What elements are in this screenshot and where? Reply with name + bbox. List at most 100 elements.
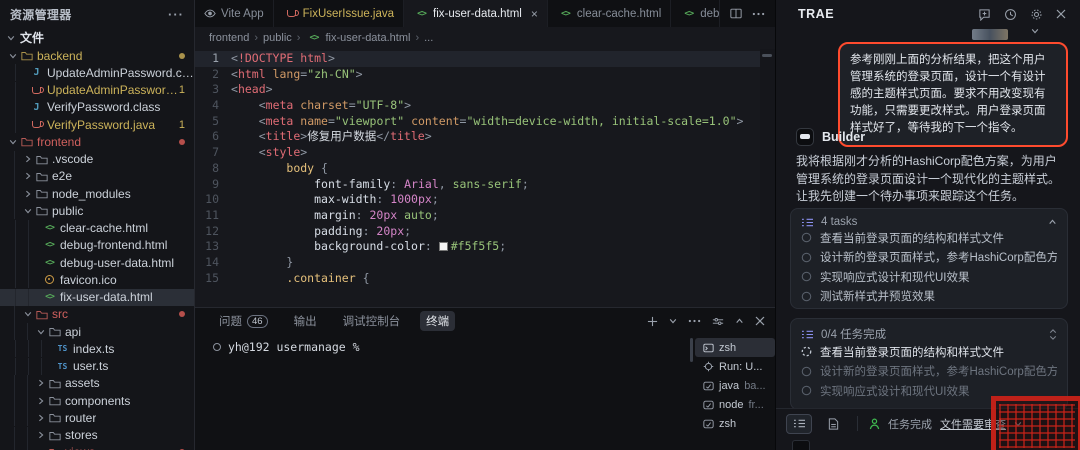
tree-item-assets[interactable]: assets — [0, 374, 194, 392]
code-line-7[interactable]: 7 <style> — [195, 145, 775, 161]
terminal-scrollbar[interactable] — [690, 338, 693, 362]
explorer-more-icon[interactable]: ··· — [168, 7, 184, 22]
progress-task-item[interactable]: 设计新的登录页面样式，参考HashiCorp配色方案 — [801, 362, 1057, 382]
tab-clear-cache-html[interactable]: <> clear-cache.html — [548, 0, 672, 27]
panel-tab-输出[interactable]: 输出 — [288, 311, 323, 331]
terminal-views-icon[interactable] — [712, 316, 724, 327]
tab-fix-user-data-html[interactable]: <> fix-user-data.html × — [404, 0, 548, 27]
code-line-11[interactable]: 11 margin: 20px auto; — [195, 208, 775, 224]
tree-item-verifypassword-java[interactable]: VerifyPassword.java 1 — [0, 116, 194, 134]
tree-item-index-ts[interactable]: TS index.ts — [0, 340, 194, 358]
todo-card-header[interactable]: 4 tasks — [801, 216, 1057, 228]
tree-item-fix-user-data-html[interactable]: <> fix-user-data.html — [0, 288, 194, 306]
tree-item-router[interactable]: router — [0, 409, 194, 427]
code-line-4[interactable]: 4 <meta charset="UTF-8"> — [195, 98, 775, 114]
code-line-10[interactable]: 10 max-width: 1000px; — [195, 192, 775, 208]
tree-item-favicon-ico[interactable]: favicon.ico — [0, 271, 194, 289]
tree-item-clear-cache-html[interactable]: <> clear-cache.html — [0, 219, 194, 237]
history-icon[interactable] — [1004, 8, 1017, 21]
tree-item-api[interactable]: api — [0, 323, 194, 341]
task-label: 设计新的登录页面样式，参考HashiCorp配色方案 — [820, 252, 1057, 265]
code-line-3[interactable]: 3 <head> — [195, 82, 775, 98]
close-panel-icon[interactable] — [755, 316, 765, 326]
code-line-15[interactable]: 15 .container { — [195, 271, 775, 287]
tab-vite-app[interactable]: Vite App — [195, 0, 274, 27]
checklist-icon — [801, 217, 814, 228]
task-list-button[interactable] — [786, 413, 812, 434]
indent-guide — [28, 236, 41, 254]
more-actions-icon[interactable] — [752, 12, 765, 16]
breadcrumb[interactable]: frontend › public › <> fix-user-data.html ›... — [195, 27, 775, 49]
code-line-14[interactable]: 14 } — [195, 255, 775, 271]
terminal-session-zsh[interactable]: zsh — [695, 414, 775, 433]
terminal-output[interactable]: yh@192 usermanage % — [195, 334, 695, 450]
code-line-9[interactable]: 9 font-family: Arial, sans-serif; — [195, 177, 775, 193]
code-editor[interactable]: 1 <!DOCTYPE html> 2 <html lang="zh-CN"> 3 <he… — [195, 49, 775, 307]
code-line-13[interactable]: 13 background-color: #f5f5f5; — [195, 239, 775, 255]
tree-item-src[interactable]: src — [0, 305, 194, 323]
tree-item-public[interactable]: public — [0, 202, 194, 220]
tree-item-node-modules[interactable]: node_modules — [0, 185, 194, 203]
terminal-session-node[interactable]: node fr... — [695, 395, 775, 414]
todo-task-item[interactable]: 设计新的登录页面样式，参考HashiCorp配色方案 — [801, 248, 1057, 268]
maximize-panel-icon[interactable] — [735, 317, 744, 325]
panel-tab-终端[interactable]: 终端 — [420, 311, 456, 331]
chevron-right-icon — [23, 155, 33, 163]
attachment-thumbnail[interactable] — [972, 29, 1008, 40]
code-line-1[interactable]: 1 <!DOCTYPE html> — [195, 51, 775, 67]
todo-task-item[interactable]: 查看当前登录页面的结构和样式文件 — [801, 228, 1057, 248]
close-panel-icon[interactable] — [1056, 9, 1066, 19]
chevron-down-icon[interactable] — [1031, 27, 1039, 35]
code-line-5[interactable]: 5 <meta name="viewport" content="width=d… — [195, 114, 775, 130]
tab-debug[interactable]: <> debug — [671, 0, 720, 27]
trae-title: TRAE — [798, 7, 835, 21]
tree-item-debug-user-data-html[interactable]: <> debug-user-data.html — [0, 254, 194, 272]
collapse-icon[interactable] — [1048, 218, 1057, 226]
terminal-session-java[interactable]: java ba... — [695, 376, 775, 395]
code-line-2[interactable]: 2 <html lang="zh-CN"> — [195, 67, 775, 83]
progress-task-item[interactable]: 查看当前登录页面的结构和样式文件 — [801, 342, 1057, 362]
tree-item-stores[interactable]: stores — [0, 426, 194, 444]
tree-item-views[interactable]: views — [0, 443, 194, 450]
terminal-session-zsh[interactable]: zsh — [695, 338, 775, 357]
expand-icon[interactable] — [1049, 328, 1057, 340]
tree-item-debug-frontend-html[interactable]: <> debug-frontend.html — [0, 236, 194, 254]
terminal-session-run-u-[interactable]: Run: U... — [695, 357, 775, 376]
close-tab-icon[interactable]: × — [531, 7, 538, 21]
panel-tab-问题[interactable]: 问题 46 — [213, 311, 274, 331]
tree-item-user-ts[interactable]: TS user.ts — [0, 357, 194, 375]
files-section-header[interactable]: 文件 — [0, 28, 194, 47]
breadcrumb-item[interactable]: public — [263, 32, 292, 44]
todo-task-item[interactable]: 实现响应式设计和现代UI效果 — [801, 267, 1057, 287]
tab-fixuserissue-java[interactable]: FixUserIssue.java — [274, 0, 405, 27]
tree-item-verifypassword-class[interactable]: J VerifyPassword.class — [0, 98, 194, 116]
progress-card-header[interactable]: 0/4 任务完成 — [801, 326, 1057, 342]
more-actions-icon[interactable] — [688, 319, 701, 323]
code-line-12[interactable]: 12 padding: 20px; — [195, 224, 775, 240]
tree-item-updateadminpassword-java[interactable]: UpdateAdminPassword.java1 — [0, 81, 194, 99]
tree-item-label: debug-user-data.html — [60, 255, 175, 270]
terminal-dropdown-icon[interactable] — [669, 317, 677, 325]
tree-item-updateadminpassword-class[interactable]: J UpdateAdminPassword.class — [0, 64, 194, 82]
breadcrumb-item[interactable]: frontend — [209, 32, 249, 44]
minimap[interactable] — [760, 49, 775, 307]
indent-guide — [28, 288, 41, 306]
minimap-slider[interactable] — [762, 54, 772, 57]
tree-item--vscode[interactable]: .vscode — [0, 150, 194, 168]
modified-count-badge: 1 — [178, 118, 185, 131]
tree-item-frontend[interactable]: frontend — [0, 133, 194, 150]
tree-item-e2e[interactable]: e2e — [0, 167, 194, 185]
breadcrumb-item[interactable]: fix-user-data.html — [325, 32, 410, 44]
file-changes-button[interactable] — [820, 414, 846, 434]
settings-gear-icon[interactable] — [1030, 8, 1043, 21]
tree-item-components[interactable]: components — [0, 392, 194, 410]
new-chat-icon[interactable] — [978, 8, 991, 21]
split-editor-icon[interactable] — [730, 8, 742, 19]
panel-tab-调试控制台[interactable]: 调试控制台 — [337, 311, 407, 331]
todo-task-item[interactable]: 测试新样式并预览效果 — [801, 287, 1057, 307]
tree-item-backend[interactable]: backend — [0, 47, 194, 64]
code-line-6[interactable]: 6 <title>修复用户数据</title> — [195, 129, 775, 145]
breadcrumb-item[interactable]: ... — [424, 32, 433, 44]
new-terminal-icon[interactable] — [647, 316, 658, 327]
code-line-8[interactable]: 8 body { — [195, 161, 775, 177]
